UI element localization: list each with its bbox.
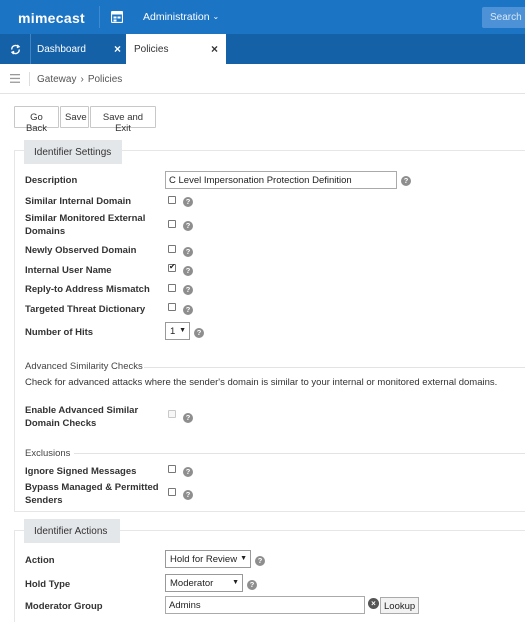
- tab-policies-label: Policies: [134, 44, 169, 55]
- number-of-hits-select[interactable]: 1 ▼: [165, 322, 190, 340]
- targeted-threat-dictionary-checkbox[interactable]: [168, 303, 176, 311]
- administration-menu-label: Administration: [143, 11, 210, 23]
- administration-menu[interactable]: Administration ⌄: [143, 11, 219, 23]
- targeted-threat-dictionary-label: Targeted Threat Dictionary: [25, 304, 146, 315]
- description-label: Description: [25, 175, 78, 186]
- help-icon[interactable]: ?: [183, 285, 193, 295]
- help-icon[interactable]: ?: [183, 247, 193, 257]
- exclusions-heading: Exclusions: [25, 448, 71, 459]
- similar-monitored-external-domains-label: Similar Monitored External Domains: [25, 213, 146, 237]
- number-of-hits-value: 1: [170, 326, 176, 337]
- hold-type-label: Hold Type: [25, 579, 71, 590]
- description-field[interactable]: C Level Impersonation Protection Definit…: [165, 171, 397, 189]
- identifier-settings-title: Identifier Settings: [24, 140, 122, 164]
- similar-monitored-external-domains-checkbox[interactable]: [168, 220, 176, 228]
- breadcrumb-bar: Gateway › Policies: [0, 64, 525, 94]
- newly-observed-domain-checkbox[interactable]: [168, 245, 176, 253]
- identifier-actions-title: Identifier Actions: [24, 519, 120, 543]
- header-divider: [99, 6, 100, 28]
- advanced-similarity-description: Check for advanced attacks where the sen…: [25, 377, 498, 388]
- enable-advanced-similar-domain-checks-label: Enable Advanced Similar Domain Checks: [25, 405, 139, 429]
- help-icon[interactable]: ?: [247, 580, 257, 590]
- moderator-group-field[interactable]: Admins: [165, 596, 365, 614]
- breadcrumb: Gateway › Policies: [37, 74, 122, 85]
- reply-to-address-mismatch-label: Reply-to Address Mismatch: [25, 284, 150, 295]
- help-icon[interactable]: ?: [183, 490, 193, 500]
- newly-observed-domain-label: Newly Observed Domain: [25, 245, 137, 256]
- mimecast-logo[interactable]: mimecast: [18, 10, 85, 26]
- help-icon[interactable]: ?: [255, 556, 265, 566]
- caret-down-icon: ▼: [232, 579, 239, 586]
- search-input[interactable]: Search Mimecast: [482, 7, 525, 28]
- refresh-icon[interactable]: [10, 44, 21, 55]
- reply-to-address-mismatch-checkbox[interactable]: [168, 284, 176, 292]
- breadcrumb-policies: Policies: [87, 74, 123, 85]
- help-icon[interactable]: ?: [194, 328, 204, 338]
- breadcrumb-gateway[interactable]: Gateway: [37, 74, 76, 85]
- save-button[interactable]: Save: [60, 106, 89, 128]
- hold-type-value: Moderator: [170, 578, 214, 589]
- action-label: Action: [25, 555, 55, 566]
- tab-policies[interactable]: Policies ×: [126, 34, 226, 64]
- ignore-signed-messages-label: Ignore Signed Messages: [25, 466, 137, 477]
- bypass-managed-permitted-senders-checkbox[interactable]: [168, 488, 176, 496]
- lookup-button[interactable]: Lookup: [380, 597, 420, 614]
- action-value: Hold for Review: [170, 554, 238, 565]
- breadcrumb-divider: [29, 72, 30, 86]
- caret-down-icon: ▼: [179, 327, 186, 334]
- save-and-exit-button[interactable]: Save and Exit: [90, 106, 156, 134]
- go-back-button[interactable]: Go Back: [14, 106, 59, 134]
- hamburger-menu-icon[interactable]: [10, 74, 20, 83]
- action-select[interactable]: Hold for Review ▼: [165, 550, 251, 568]
- caret-down-icon: ▼: [240, 555, 247, 562]
- bypass-managed-permitted-senders-label: Bypass Managed & Permitted Senders: [25, 482, 159, 506]
- advanced-similarity-checks-heading: Advanced Similarity Checks: [25, 361, 143, 372]
- internal-user-name-checkbox[interactable]: [168, 262, 176, 272]
- help-icon[interactable]: ?: [183, 266, 193, 276]
- moderator-group-label: Moderator Group: [25, 601, 103, 612]
- ignore-signed-messages-checkbox[interactable]: [168, 465, 176, 473]
- hold-type-select[interactable]: Moderator ▼: [165, 574, 243, 592]
- close-icon[interactable]: ×: [211, 42, 218, 56]
- tab-bar: Dashboard × Policies ×: [0, 34, 525, 64]
- number-of-hits-label: Number of Hits: [25, 327, 94, 338]
- help-icon[interactable]: ?: [183, 197, 193, 207]
- section-divider: [144, 367, 525, 368]
- clear-icon[interactable]: ×: [368, 598, 379, 609]
- help-icon[interactable]: ?: [183, 413, 193, 423]
- help-icon[interactable]: ?: [401, 176, 411, 186]
- help-icon[interactable]: ?: [183, 467, 193, 477]
- breadcrumb-separator: ›: [80, 74, 84, 85]
- close-icon[interactable]: ×: [114, 42, 121, 56]
- enable-advanced-similar-domain-checks-checkbox[interactable]: [168, 410, 176, 418]
- apps-icon[interactable]: [111, 11, 123, 23]
- top-header: mimecast Administration⌄ Search Mimecast: [0, 0, 525, 34]
- internal-user-name-label: Internal User Name: [25, 265, 112, 276]
- tab-dashboard[interactable]: Dashboard ×: [30, 34, 126, 64]
- section-divider: [74, 453, 525, 454]
- similar-internal-domain-checkbox[interactable]: [168, 196, 176, 204]
- tab-dashboard-label: Dashboard: [37, 44, 86, 55]
- help-icon[interactable]: ?: [183, 305, 193, 315]
- similar-internal-domain-label: Similar Internal Domain: [25, 196, 132, 207]
- chevron-down-icon: ⌄: [212, 12, 220, 21]
- help-icon[interactable]: ?: [183, 221, 193, 231]
